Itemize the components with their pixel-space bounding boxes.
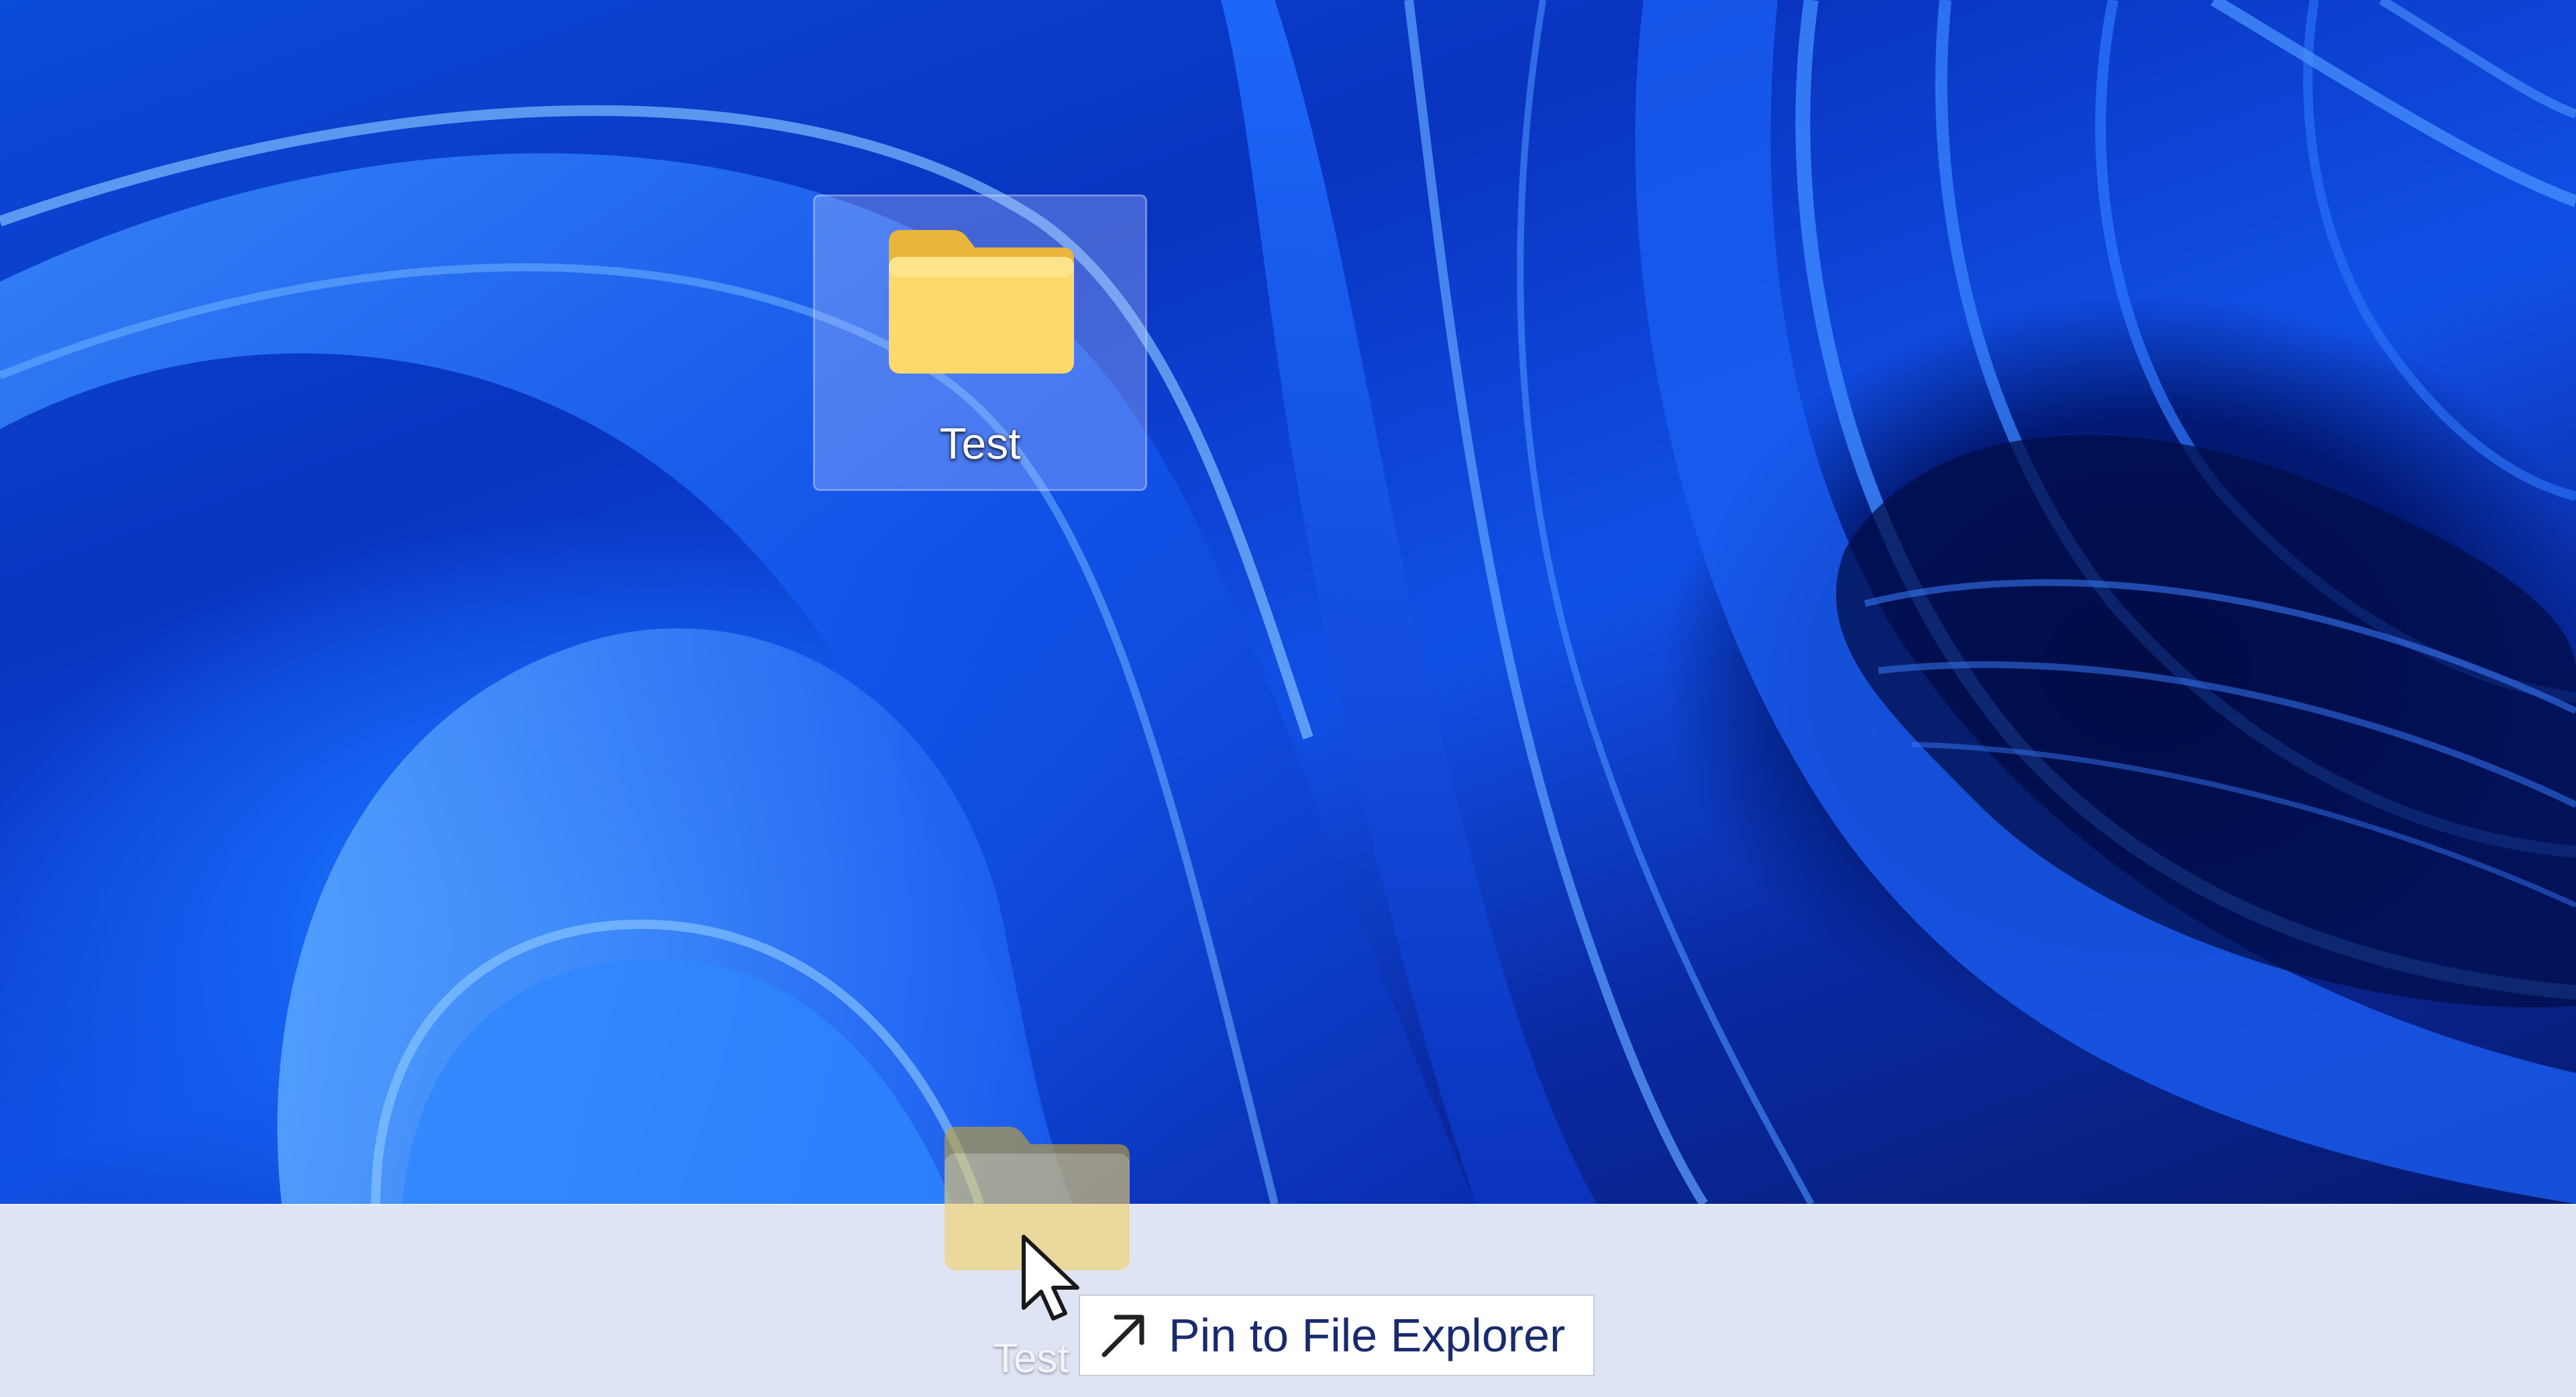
desktop-icon-label: Test [939, 418, 1021, 468]
wallpaper-ribbons [0, 0, 2576, 1204]
drag-ghost-label: Test [993, 1335, 1069, 1382]
mouse-cursor-icon [1022, 1235, 1079, 1321]
desktop-wallpaper [0, 0, 2576, 1204]
drag-tooltip: Pin to File Explorer [1079, 1294, 1595, 1376]
pin-arrow-icon [1102, 1315, 1144, 1357]
drag-tooltip-text: Pin to File Explorer [1169, 1309, 1566, 1361]
desktop-icon-test-folder[interactable]: Test [813, 194, 1147, 491]
folder-icon [889, 230, 1074, 374]
